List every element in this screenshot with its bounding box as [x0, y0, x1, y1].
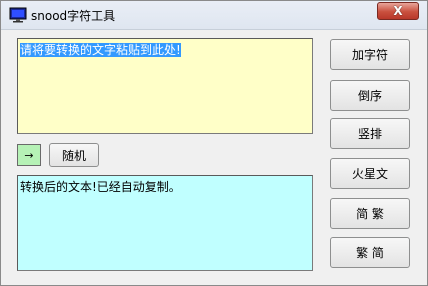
- martian-text-button[interactable]: 火星文: [330, 158, 410, 189]
- input-text: 请将要转换的文字粘贴到此处!: [20, 43, 181, 57]
- simplified-to-traditional-button[interactable]: 简 繁: [330, 198, 410, 229]
- traditional-to-simplified-button[interactable]: 繁 简: [330, 237, 410, 268]
- title-bar[interactable]: snood字符工具 X: [1, 1, 427, 30]
- random-button[interactable]: 随机: [49, 143, 99, 167]
- reverse-button[interactable]: 倒序: [330, 80, 410, 111]
- output-textarea[interactable]: 转换后的文本!已经自动复制。: [17, 175, 313, 271]
- window-title: snood字符工具: [31, 9, 116, 23]
- input-textarea[interactable]: 请将要转换的文字粘贴到此处!: [17, 38, 313, 134]
- output-text: 转换后的文本!已经自动复制。: [20, 180, 181, 194]
- app-window: snood字符工具 X 请将要转换的文字粘贴到此处! → 随机 转换后的文本!已…: [0, 0, 428, 286]
- vertical-button[interactable]: 竖排: [330, 118, 410, 149]
- add-char-button[interactable]: 加字符: [330, 39, 410, 70]
- arrow-toggle[interactable]: →: [17, 144, 41, 166]
- close-button[interactable]: X: [377, 2, 419, 20]
- monitor-icon: [9, 7, 27, 23]
- arrow-icon: →: [24, 148, 34, 162]
- close-icon: X: [393, 4, 403, 18]
